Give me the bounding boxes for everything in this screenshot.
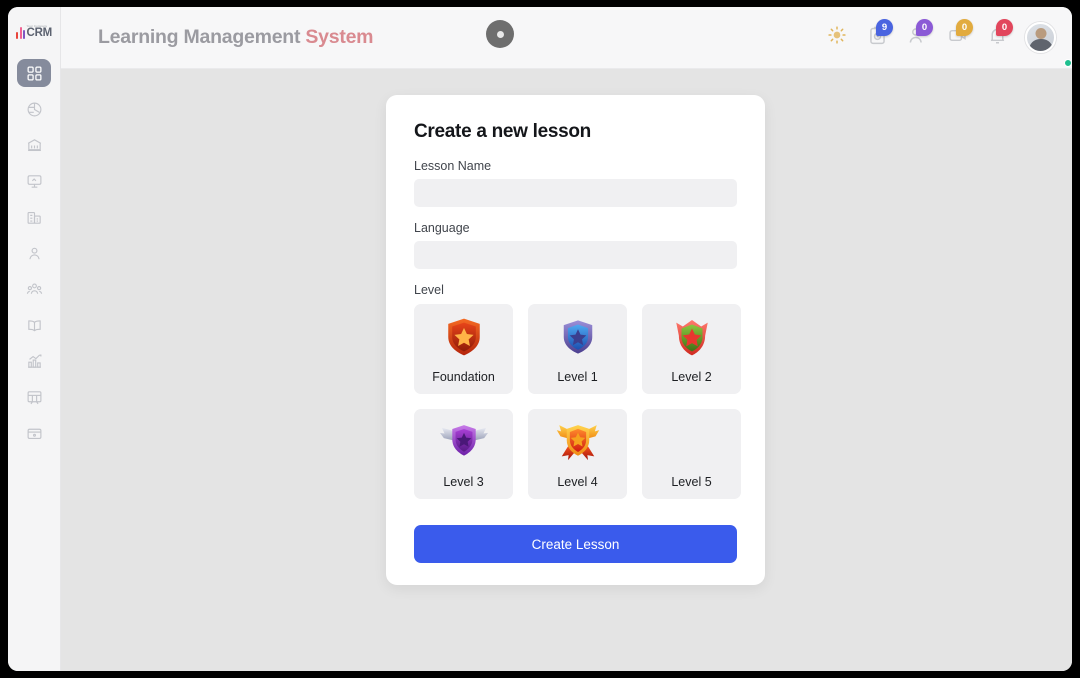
card-title: Create a new lesson <box>414 121 591 142</box>
winged-shield-badge-orange-icon <box>528 409 627 475</box>
logo-main-text: CRM <box>26 26 53 39</box>
status-badge <box>1064 59 1072 67</box>
sidebar-item-analytics[interactable] <box>17 95 51 123</box>
bank-building-icon <box>26 137 43 154</box>
language-label: Language <box>414 221 470 235</box>
create-lesson-button[interactable]: Create Lesson <box>414 525 737 563</box>
sidebar-item-archive[interactable] <box>17 419 51 447</box>
globe-pie-icon <box>26 101 43 118</box>
briefcase-box-icon <box>26 425 43 442</box>
create-lesson-card: Create a new lesson Lesson Name Language… <box>386 95 765 585</box>
notifications-badge: 0 <box>996 18 1013 36</box>
avatar-head <box>1035 28 1046 39</box>
lesson-name-input[interactable] <box>414 179 737 207</box>
theme-toggle-button[interactable] <box>825 26 849 50</box>
shield-star-badge-red-green-icon <box>642 304 741 370</box>
shield-star-badge-blue-icon <box>528 304 627 370</box>
winged-shield-badge-purple-icon <box>414 409 513 475</box>
sidebar: Your Company CRM <box>8 7 61 671</box>
shield-star-badge-orange-icon <box>414 304 513 370</box>
lesson-name-label: Lesson Name <box>414 159 492 173</box>
sidebar-item-lessons[interactable] <box>17 311 51 339</box>
level-label: Level <box>414 283 444 297</box>
logo-bars-icon <box>15 26 26 39</box>
level-option-label: Level 1 <box>557 370 598 384</box>
sidebar-item-presentation[interactable] <box>17 167 51 195</box>
webcam-lens-icon <box>496 30 504 38</box>
contacts-badge: 0 <box>916 18 933 36</box>
notifications-button[interactable]: 0 <box>985 18 1013 50</box>
meetings-button[interactable]: 0 <box>945 18 973 50</box>
kanban-board-icon <box>26 389 43 406</box>
sidebar-item-teams[interactable] <box>17 275 51 303</box>
level-5-empty-art <box>642 409 741 475</box>
level-option-label: Level 2 <box>671 370 712 384</box>
page-title: Learning Management System <box>98 26 373 49</box>
page-title-main: Learning Management <box>98 26 301 48</box>
grid-dashboard-icon <box>26 65 43 82</box>
tasks-badge: 9 <box>876 18 893 36</box>
sidebar-item-companies[interactable] <box>17 203 51 231</box>
app-logo[interactable]: Your Company CRM <box>15 21 53 43</box>
level-option-level-4[interactable]: Level 4 <box>528 409 627 499</box>
top-header: Learning Management System 9 0 0 0 <box>61 7 1072 69</box>
level-option-label: Level 4 <box>557 475 598 489</box>
header-actions: 9 0 0 0 <box>825 18 1072 67</box>
sidebar-item-bank[interactable] <box>17 131 51 159</box>
level-option-label: Level 3 <box>443 475 484 489</box>
office-buildings-icon <box>26 209 43 226</box>
level-option-level-5[interactable]: Level 5 <box>642 409 741 499</box>
level-option-level-3[interactable]: Level 3 <box>414 409 513 499</box>
language-input[interactable] <box>414 241 737 269</box>
contacts-button[interactable]: 0 <box>905 18 933 50</box>
page-title-accent: System <box>305 26 374 48</box>
sidebar-item-contacts[interactable] <box>17 239 51 267</box>
level-option-label: Foundation <box>432 370 495 384</box>
sidebar-item-projects[interactable] <box>17 383 51 411</box>
avatar-body <box>1028 39 1053 51</box>
meetings-badge: 0 <box>956 18 973 36</box>
person-icon <box>26 245 43 262</box>
app-window: Your Company CRM Learning Management Sys… <box>8 7 1072 671</box>
level-option-foundation[interactable]: Foundation <box>414 304 513 394</box>
sidebar-item-dashboard[interactable] <box>17 59 51 87</box>
open-book-icon <box>26 317 43 334</box>
level-option-label: Level 5 <box>671 475 712 489</box>
bar-chart-growth-icon <box>26 353 43 370</box>
main-content: Create a new lesson Lesson Name Language… <box>61 69 1072 671</box>
presentation-board-icon <box>26 173 43 190</box>
level-grid: Foundation Level 1 Level 2 Level 3 Level… <box>414 304 741 499</box>
avatar[interactable] <box>1025 22 1056 53</box>
sidebar-item-reports[interactable] <box>17 347 51 375</box>
webcam-indicator <box>486 20 514 48</box>
level-option-level-2[interactable]: Level 2 <box>642 304 741 394</box>
sun-icon <box>827 25 847 50</box>
level-option-level-1[interactable]: Level 1 <box>528 304 627 394</box>
tasks-button[interactable]: 9 <box>865 18 893 50</box>
people-group-icon <box>26 281 43 298</box>
